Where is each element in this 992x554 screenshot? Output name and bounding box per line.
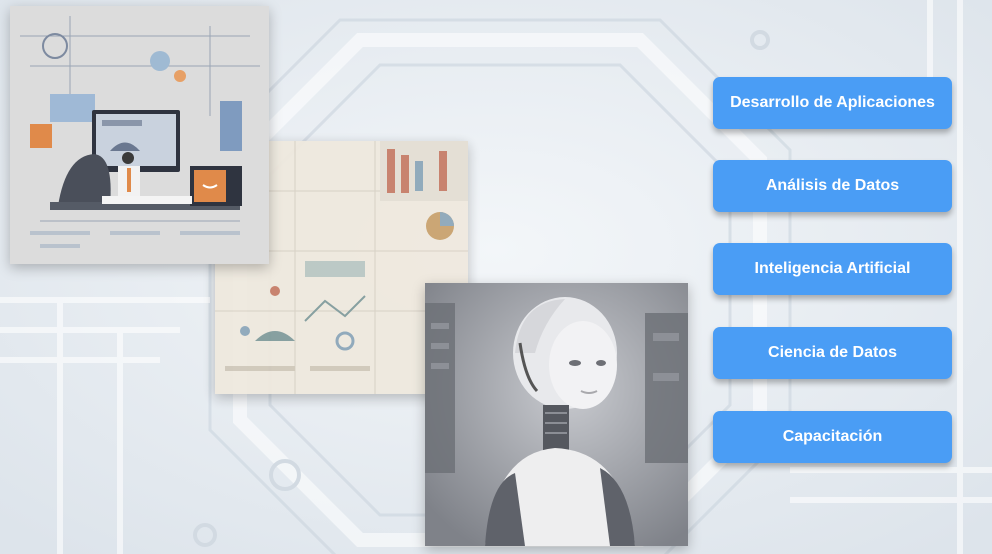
app-development-button[interactable]: Desarrollo de Aplicaciones: [713, 77, 952, 129]
app-development-image: [10, 6, 269, 264]
training-button[interactable]: Capacitación: [713, 411, 952, 463]
data-analysis-button[interactable]: Análisis de Datos: [713, 160, 952, 212]
data-science-button[interactable]: Ciencia de Datos: [713, 327, 952, 379]
artificial-intelligence-image: [425, 283, 688, 546]
artificial-intelligence-button[interactable]: Inteligencia Artificial: [713, 243, 952, 295]
services-menu: Desarrollo de Aplicaciones Análisis de D…: [713, 77, 952, 494]
